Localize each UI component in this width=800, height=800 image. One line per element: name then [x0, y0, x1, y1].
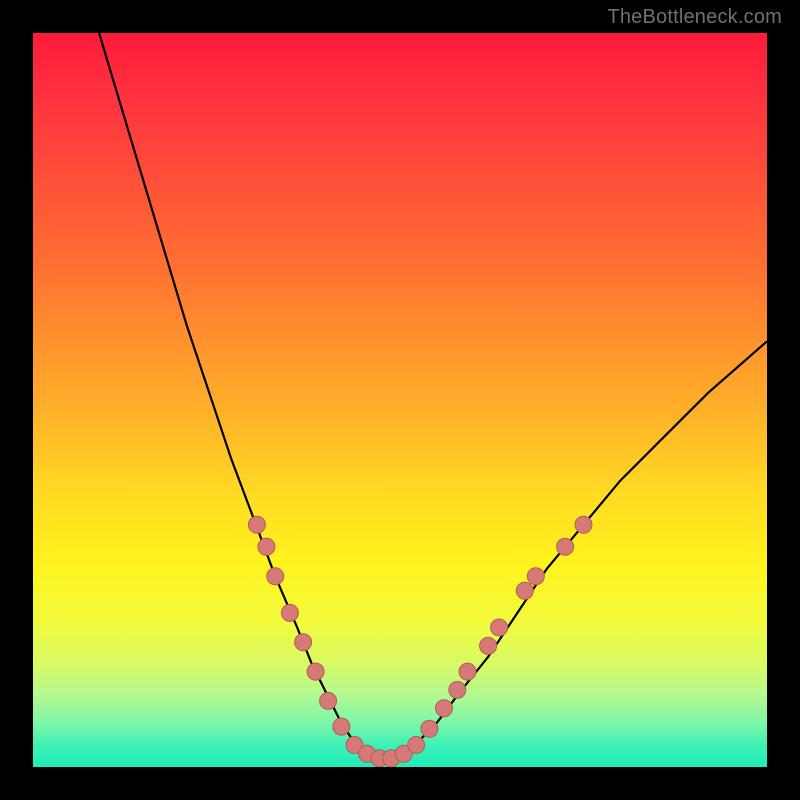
marker-dot — [480, 637, 497, 654]
marker-dot — [307, 663, 324, 680]
marker-dot — [295, 634, 312, 651]
marker-dot — [557, 538, 574, 555]
marker-dot — [333, 718, 350, 735]
bottleneck-curve — [99, 33, 767, 760]
plot-area — [33, 33, 767, 767]
marker-dot — [267, 568, 284, 585]
marker-dot — [449, 681, 466, 698]
marker-dot — [527, 568, 544, 585]
markers-group — [248, 516, 592, 766]
marker-dot — [491, 619, 508, 636]
marker-dot — [408, 737, 425, 754]
marker-dot — [436, 700, 453, 717]
marker-dot — [421, 720, 438, 737]
marker-dot — [516, 582, 533, 599]
marker-dot — [459, 663, 476, 680]
marker-dot — [575, 516, 592, 533]
chart-frame: TheBottleneck.com — [0, 0, 800, 800]
watermark-text: TheBottleneck.com — [607, 6, 782, 29]
marker-dot — [281, 604, 298, 621]
marker-dot — [248, 516, 265, 533]
curve-svg — [33, 33, 767, 767]
marker-dot — [258, 538, 275, 555]
marker-dot — [320, 692, 337, 709]
